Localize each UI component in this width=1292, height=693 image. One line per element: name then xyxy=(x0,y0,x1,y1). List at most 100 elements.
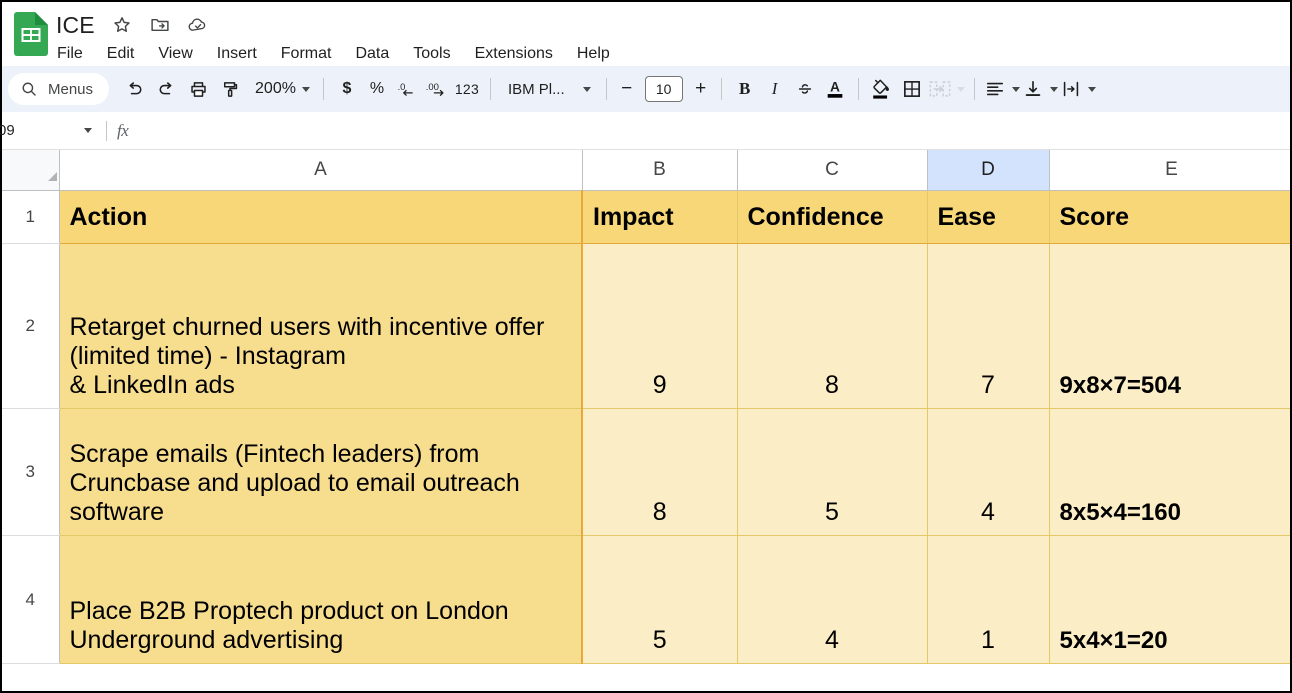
font-size-input[interactable]: 10 xyxy=(644,76,683,102)
formula-input[interactable] xyxy=(128,112,1290,149)
decrease-decimal-icon: .0 xyxy=(398,81,413,96)
cell-text: Impact xyxy=(593,202,674,231)
row-header-3[interactable]: 3 xyxy=(2,408,60,536)
svg-text:A: A xyxy=(830,80,840,95)
fill-color-button[interactable] xyxy=(868,74,896,104)
menu-item-view[interactable]: View xyxy=(157,41,193,67)
table-row: 1 Action Impact Confidence Ease Score xyxy=(2,190,1290,244)
borders-button[interactable] xyxy=(898,74,926,104)
cell-d3[interactable]: 4 xyxy=(927,408,1050,536)
chevron-down-icon xyxy=(1087,86,1096,92)
menu-item-data[interactable]: Data xyxy=(354,41,390,67)
document-title[interactable]: ICE xyxy=(56,10,95,40)
cell-text: 9x8×7=504 xyxy=(1059,372,1181,400)
table-row: 3 Scrape emails (Fintech leaders) from C… xyxy=(2,408,1290,536)
redo-icon xyxy=(159,81,172,94)
cloud-saved-icon[interactable] xyxy=(187,14,209,36)
horizontal-align-icon xyxy=(986,82,1003,96)
star-icon[interactable] xyxy=(111,14,133,36)
name-box[interactable]: 09 xyxy=(0,112,102,149)
corner-triangle-icon xyxy=(47,171,57,181)
cell-a4[interactable]: Place B2B Proptech product on London Und… xyxy=(59,535,583,664)
cell-b1[interactable]: Impact xyxy=(582,190,738,244)
cell-text: Score xyxy=(1059,202,1129,231)
cell-e3[interactable]: 8x5×4=160 xyxy=(1049,408,1290,536)
menu-item-edit[interactable]: Edit xyxy=(106,41,136,67)
undo-button[interactable] xyxy=(119,74,149,104)
vertical-align-icon xyxy=(1025,81,1040,96)
paint-format-icon xyxy=(223,81,237,97)
menu-item-tools[interactable]: Tools xyxy=(412,41,451,67)
cell-b4[interactable]: 5 xyxy=(582,535,738,664)
menu-item-format[interactable]: Format xyxy=(280,41,333,67)
cell-text: 9 xyxy=(652,371,667,399)
cell-e2[interactable]: 9x8×7=504 xyxy=(1049,243,1290,409)
increase-font-size-button[interactable]: + xyxy=(690,74,712,104)
cell-a1[interactable]: Action xyxy=(59,190,583,244)
column-header-b[interactable]: B xyxy=(582,150,738,191)
cell-c1[interactable]: Confidence xyxy=(737,190,928,244)
column-header-c[interactable]: C xyxy=(737,150,928,191)
grid-table: A B C D E 1 Action Impact Confidence Eas… xyxy=(2,150,1290,664)
zoom-selector[interactable]: 200% xyxy=(247,74,314,104)
chevron-down-icon xyxy=(1011,86,1020,92)
cell-d2[interactable]: 7 xyxy=(927,243,1050,409)
column-header-e[interactable]: E xyxy=(1049,150,1290,191)
redo-button[interactable] xyxy=(151,74,181,104)
cell-a3[interactable]: Scrape emails (Fintech leaders) from Cru… xyxy=(59,408,583,536)
svg-text:.00: .00 xyxy=(426,82,439,93)
cell-text: 5x4×1=20 xyxy=(1059,627,1168,655)
cell-e4[interactable]: 5x4×1=20 xyxy=(1049,535,1290,664)
cell-a2[interactable]: Retarget churned users with incentive of… xyxy=(59,243,583,409)
formula-divider xyxy=(106,120,107,141)
cell-text: Scrape emails (Fintech leaders) from Cru… xyxy=(69,440,527,526)
cell-b3[interactable]: 8 xyxy=(582,408,738,536)
cell-text: 8x5×4=160 xyxy=(1059,499,1181,527)
fx-icon: fx xyxy=(117,120,129,140)
column-header-d[interactable]: D xyxy=(927,150,1050,191)
toolbar-divider xyxy=(322,78,324,100)
increase-decimal-button[interactable]: .00 xyxy=(423,74,451,104)
table-row: 4 Place B2B Proptech product on London U… xyxy=(2,535,1290,664)
increase-decimal-icon: .00 xyxy=(426,82,444,96)
cell-text: 4 xyxy=(825,626,839,654)
row-header-4[interactable]: 4 xyxy=(2,535,60,664)
chevron-down-icon xyxy=(301,86,310,92)
print-button[interactable] xyxy=(183,74,213,104)
currency-format-button[interactable]: $ xyxy=(333,74,361,104)
row-header-1[interactable]: 1 xyxy=(2,190,60,244)
menu-item-help[interactable]: Help xyxy=(576,41,611,67)
merge-cells-button[interactable] xyxy=(928,74,965,104)
column-header-a[interactable]: A xyxy=(59,150,583,191)
search-menus-input[interactable]: Menus xyxy=(8,73,110,105)
cell-c4[interactable]: 4 xyxy=(737,535,928,664)
toolbar-divider-6 xyxy=(973,78,975,100)
italic-button[interactable]: I xyxy=(761,74,789,104)
select-all-corner[interactable] xyxy=(2,150,60,191)
menu-item-insert[interactable]: Insert xyxy=(216,41,258,67)
strikethrough-button[interactable] xyxy=(791,74,819,104)
vertical-align-button[interactable] xyxy=(1022,74,1058,104)
menu-item-extensions[interactable]: Extensions xyxy=(474,41,554,67)
decrease-decimal-button[interactable]: .0 xyxy=(393,74,421,104)
decrease-font-size-button[interactable]: − xyxy=(616,74,638,104)
cell-e1[interactable]: Score xyxy=(1049,190,1290,244)
font-family-selector[interactable]: IBM Pl... xyxy=(500,74,597,104)
row-header-2[interactable]: 2 xyxy=(2,243,60,409)
google-sheets-window: ICE File Edit View Insert Format Data To… xyxy=(0,0,1292,693)
cell-b2[interactable]: 9 xyxy=(582,243,738,409)
paint-format-button[interactable] xyxy=(215,74,245,104)
zoom-value: 200% xyxy=(255,80,296,97)
cell-c2[interactable]: 8 xyxy=(737,243,928,409)
menu-item-file[interactable]: File xyxy=(56,41,84,67)
move-to-folder-icon[interactable] xyxy=(149,14,171,36)
cell-d1[interactable]: Ease xyxy=(927,190,1050,244)
text-color-button[interactable]: A xyxy=(821,74,849,104)
horizontal-align-button[interactable] xyxy=(984,74,1020,104)
percent-format-button[interactable]: % xyxy=(363,74,391,104)
number-format-button[interactable]: 123 xyxy=(453,74,481,104)
cell-d4[interactable]: 1 xyxy=(927,535,1050,664)
bold-button[interactable]: B xyxy=(731,74,759,104)
cell-c3[interactable]: 5 xyxy=(737,408,928,536)
text-wrap-button[interactable] xyxy=(1060,74,1096,104)
